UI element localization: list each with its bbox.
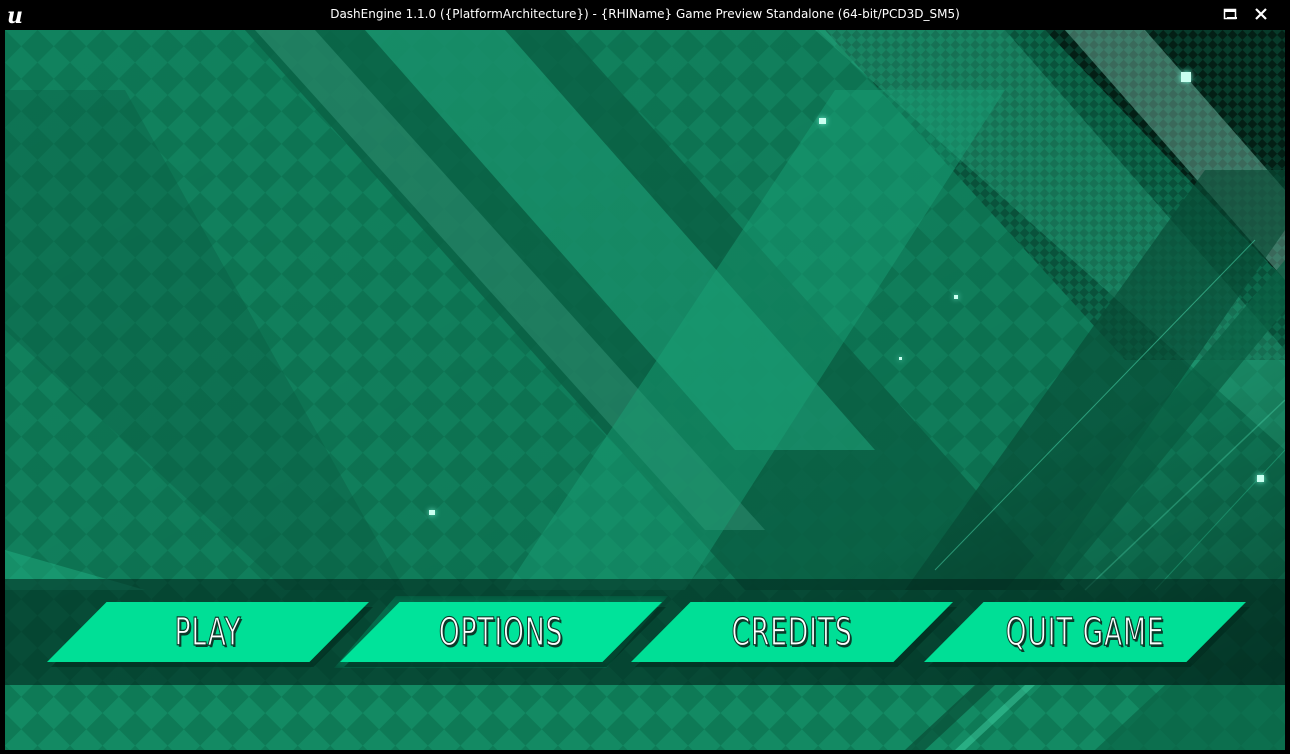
quit-game-button-label: QUIT GAME xyxy=(1005,609,1165,654)
play-button-label: PLAY xyxy=(174,609,242,654)
maximize-button[interactable] xyxy=(1216,2,1244,26)
particle xyxy=(954,295,958,299)
particle xyxy=(1181,72,1191,82)
particle xyxy=(819,118,826,124)
credits-button[interactable]: CREDITS xyxy=(631,602,957,667)
window-title: DashEngine 1.1.0 ({PlatformArchitecture}… xyxy=(330,7,960,21)
close-button[interactable] xyxy=(1247,2,1275,26)
title-bar[interactable]: u DashEngine 1.1.0 ({PlatformArchitectur… xyxy=(0,0,1290,30)
particle xyxy=(899,357,902,360)
close-icon xyxy=(1255,8,1267,20)
maximize-icon xyxy=(1223,8,1237,20)
quit-game-button[interactable]: QUIT GAME xyxy=(924,602,1250,667)
particle xyxy=(429,510,435,515)
options-button[interactable]: OPTIONS xyxy=(334,596,668,668)
particle xyxy=(1257,475,1264,482)
game-viewport[interactable]: PLAY OPTIONS CREDITS QUIT GAME xyxy=(5,30,1285,750)
play-button[interactable]: PLAY xyxy=(47,602,373,667)
credits-button-label: CREDITS xyxy=(731,609,853,654)
game-window: u DashEngine 1.1.0 ({PlatformArchitectur… xyxy=(0,0,1290,754)
options-button-label: OPTIONS xyxy=(438,609,564,654)
